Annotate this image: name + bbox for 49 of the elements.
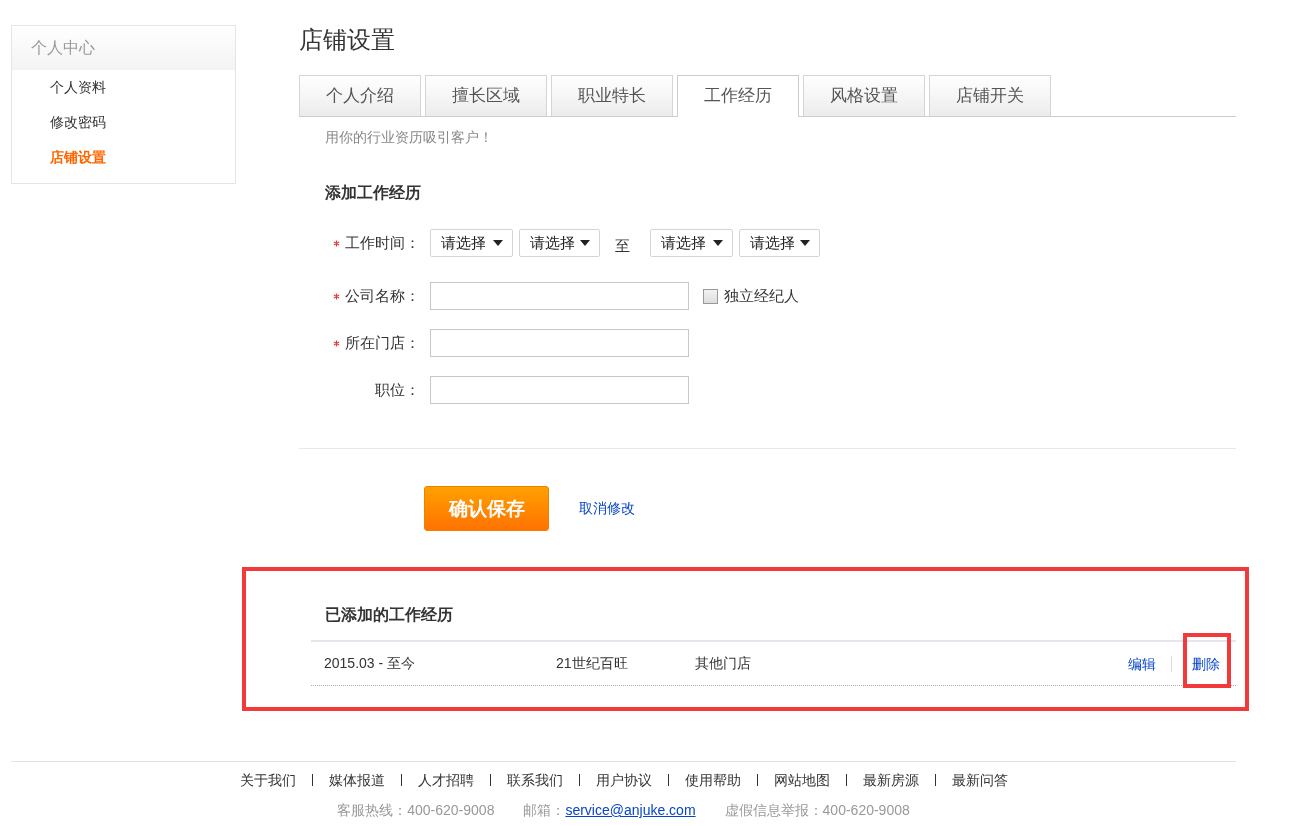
checkbox-label: 独立经纪人 — [724, 286, 799, 306]
tab[interactable]: 工作经历 — [677, 75, 799, 117]
edit-link[interactable]: 编辑 — [1128, 653, 1156, 674]
footer-link[interactable]: 用户协议 — [595, 770, 652, 790]
delete-link[interactable]: 删除 — [1192, 653, 1220, 674]
footer-link[interactable]: 最新问答 — [951, 770, 1008, 790]
field-label: 公司名称： — [345, 286, 420, 306]
footer-link[interactable]: 关于我们 — [239, 770, 296, 790]
caret-icon — [713, 240, 723, 246]
tab[interactable]: 店铺开关 — [929, 75, 1051, 116]
cancel-link[interactable]: 取消修改 — [579, 499, 635, 518]
input-field[interactable] — [430, 329, 689, 357]
email-label: 邮箱： — [523, 802, 566, 818]
caret-icon — [800, 240, 810, 246]
footer-link[interactable]: 使用帮助 — [684, 770, 741, 790]
form-title: 添加工作经历 — [324, 183, 422, 203]
contact-text: 虚假信息举报：400-620-9008 — [724, 801, 910, 820]
sidebar-link[interactable]: 修改密码 — [12, 105, 106, 140]
email-link[interactable]: service@anjuke.com — [565, 802, 696, 818]
range-separator: 至 — [615, 236, 630, 256]
field-label: 职位： — [374, 380, 420, 400]
select-dropdown[interactable]: 请选择 — [650, 229, 733, 257]
tab[interactable]: 职业特长 — [551, 75, 673, 116]
section-title: 已添加的工作经历 — [311, 604, 1236, 642]
footer-link[interactable]: 联系我们 — [506, 770, 563, 790]
footer-link[interactable]: 人才招聘 — [417, 770, 474, 790]
field-label: 工作时间： — [345, 233, 420, 253]
tab[interactable]: 风格设置 — [803, 75, 925, 116]
caret-icon — [493, 240, 503, 246]
footer-link[interactable]: 媒体报道 — [328, 770, 385, 790]
tab[interactable]: 擅长区域 — [425, 75, 547, 116]
footer-link[interactable]: 网站地图 — [773, 770, 830, 790]
tab-hint: 用你的行业资历吸引客户！ — [324, 128, 494, 147]
tab[interactable]: 个人介绍 — [299, 75, 421, 116]
contact-text: 客服热线：400-620-9008 — [337, 801, 495, 820]
field-label: 所在门店： — [345, 333, 420, 353]
select-dropdown[interactable]: 请选择 — [739, 229, 820, 257]
sidebar-link[interactable]: 个人资料 — [12, 70, 106, 105]
input-field[interactable] — [430, 282, 689, 310]
company-text: 21世纪百旺 — [556, 654, 629, 673]
select-dropdown[interactable]: 请选择 — [519, 229, 600, 257]
select-dropdown[interactable]: 请选择 — [430, 229, 513, 257]
input-field[interactable] — [430, 376, 689, 404]
period-text: 2015.03 - 至今 — [324, 654, 417, 673]
footer-link[interactable]: 最新房源 — [862, 770, 919, 790]
page-title: 店铺设置 — [299, 25, 396, 55]
caret-icon — [580, 240, 590, 246]
checkbox[interactable] — [703, 288, 718, 304]
store-text: 其他门店 — [695, 654, 751, 673]
